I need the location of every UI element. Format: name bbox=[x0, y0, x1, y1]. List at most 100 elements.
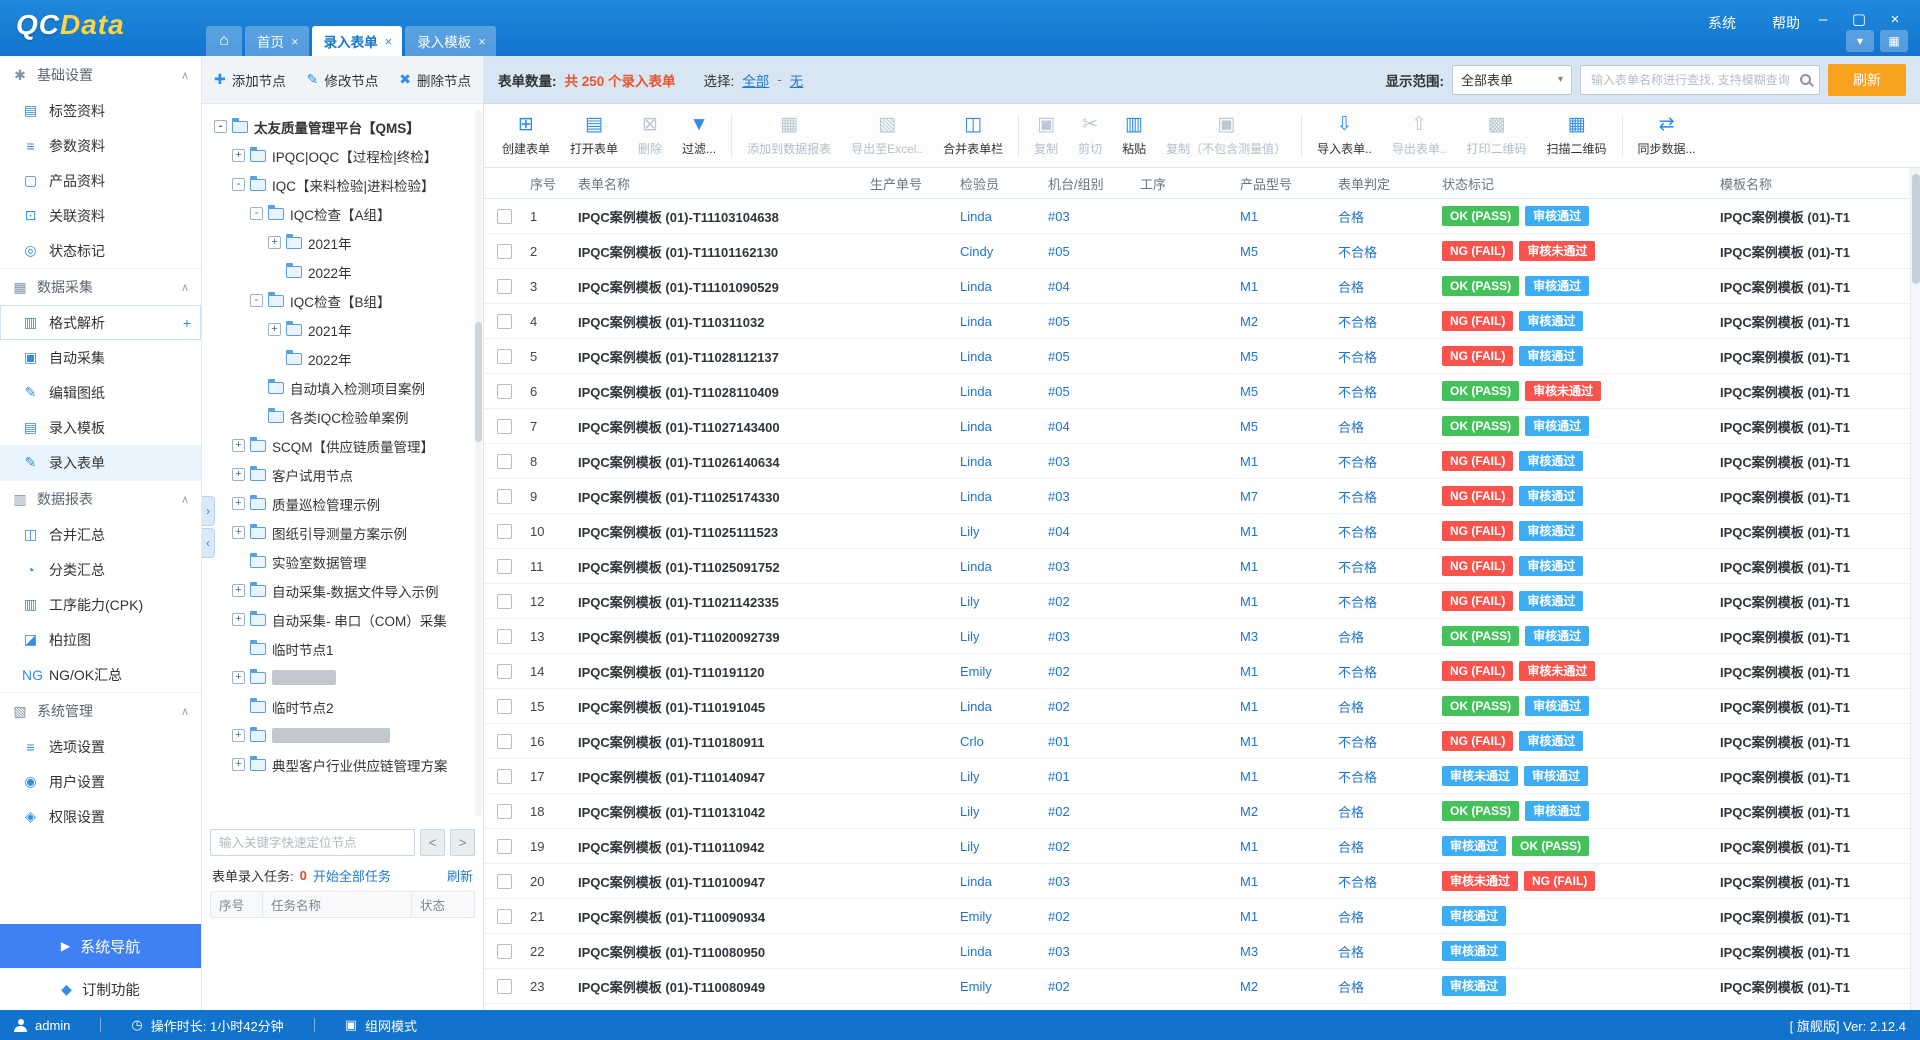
tree-node[interactable]: 临时节点1 bbox=[202, 634, 483, 663]
expand-node-icon[interactable]: + bbox=[232, 468, 245, 481]
sidebar-item-entry-form[interactable]: ✎录入表单 bbox=[0, 445, 201, 480]
row-checkbox[interactable] bbox=[497, 909, 512, 924]
expand-node-icon[interactable]: + bbox=[232, 149, 245, 162]
row-checkbox[interactable] bbox=[497, 244, 512, 259]
section-data-collection[interactable]: ▦数据采集∧ bbox=[0, 268, 201, 305]
tree-node[interactable]: +图纸引导测量方案示例 bbox=[202, 518, 483, 547]
expand-node-icon[interactable]: + bbox=[232, 526, 245, 539]
table-row[interactable]: 19IPQC案例模板 (01)-T110110942Lily#02M1合格审核通… bbox=[484, 829, 1920, 864]
collapse-panel-handle[interactable]: ‹ bbox=[202, 528, 215, 558]
column-header[interactable]: 序号 bbox=[524, 174, 572, 193]
table-row[interactable]: 2IPQC案例模板 (01)-T11101162130Cindy#05M5不合格… bbox=[484, 234, 1920, 269]
expand-node-icon[interactable]: + bbox=[268, 323, 281, 336]
maximize-button[interactable]: ▢ bbox=[1844, 7, 1874, 31]
edit-node-button[interactable]: ✎修改节点 bbox=[307, 70, 379, 90]
sidebar-item-pareto[interactable]: ◪柏拉图 bbox=[0, 622, 201, 657]
sidebar-item-permission-settings[interactable]: ◈权限设置 bbox=[0, 799, 201, 834]
scan-qr-button[interactable]: ▦扫描二维码 bbox=[1537, 104, 1617, 167]
expand-node-icon[interactable]: + bbox=[232, 497, 245, 510]
table-row[interactable]: 17IPQC案例模板 (01)-T110140947Lily#01M1不合格审核… bbox=[484, 759, 1920, 794]
table-row[interactable]: 22IPQC案例模板 (01)-T110080950Linda#03M3合格审核… bbox=[484, 934, 1920, 969]
sidebar-item-ng-ok-summary[interactable]: NGNG/OK汇总 bbox=[0, 657, 201, 692]
sidebar-item-entry-template[interactable]: ▤录入模板 bbox=[0, 410, 201, 445]
refresh-button[interactable]: 刷新 bbox=[1828, 64, 1906, 96]
tree-node[interactable]: +SCQM【供应链质量管理】 bbox=[202, 431, 483, 460]
table-row[interactable]: 14IPQC案例模板 (01)-T110191120Emily#02M1不合格N… bbox=[484, 654, 1920, 689]
tree-node[interactable]: +IPQC|OQC【过程检|终检】 bbox=[202, 141, 483, 170]
add-icon[interactable]: + bbox=[183, 315, 191, 331]
table-row[interactable]: 1IPQC案例模板 (01)-T11103104638Linda#03M1合格O… bbox=[484, 199, 1920, 234]
sidebar-item-parameter-info[interactable]: ≡参数资料 bbox=[0, 128, 201, 163]
task-refresh-link[interactable]: 刷新 bbox=[447, 866, 473, 885]
filter-button[interactable]: ▼过滤... bbox=[672, 104, 726, 167]
tree-scrollbar-thumb[interactable] bbox=[475, 322, 482, 442]
tree-node[interactable]: -IQC检查【B组】 bbox=[202, 286, 483, 315]
system-menu[interactable]: 系统 bbox=[1708, 13, 1736, 33]
table-row[interactable]: 11IPQC案例模板 (01)-T11025091752Linda#03M1不合… bbox=[484, 549, 1920, 584]
tree-node[interactable]: +客户试用节点 bbox=[202, 460, 483, 489]
column-header[interactable]: 工序 bbox=[1134, 174, 1234, 193]
tab-close-icon[interactable]: × bbox=[385, 34, 393, 49]
table-row[interactable]: 6IPQC案例模板 (01)-T11028110409Linda#05M5不合格… bbox=[484, 374, 1920, 409]
tab-close-icon[interactable]: × bbox=[478, 34, 486, 49]
sidebar-item-tag-info[interactable]: ▤标签资料 bbox=[0, 93, 201, 128]
table-row[interactable]: 15IPQC案例模板 (01)-T110191045Linda#02M1合格OK… bbox=[484, 689, 1920, 724]
tree-node[interactable]: -IQC【来料检验|进料检验】 bbox=[202, 170, 483, 199]
tab-template-entry[interactable]: 录入模板× bbox=[405, 26, 496, 56]
collapse-node-icon[interactable]: - bbox=[232, 178, 245, 191]
help-menu[interactable]: 帮助 bbox=[1772, 13, 1800, 33]
tree-node[interactable]: 2022年 bbox=[202, 344, 483, 373]
column-header[interactable]: 表单判定 bbox=[1332, 174, 1436, 193]
expand-node-icon[interactable]: + bbox=[232, 671, 245, 684]
table-scrollbar[interactable] bbox=[1910, 168, 1920, 1010]
row-checkbox[interactable] bbox=[497, 384, 512, 399]
collapse-node-icon[interactable]: - bbox=[250, 207, 263, 220]
scope-select[interactable]: 全部表单 ▾ bbox=[1452, 65, 1572, 95]
table-row[interactable]: 20IPQC案例模板 (01)-T110100947Linda#03M1不合格审… bbox=[484, 864, 1920, 899]
column-header[interactable]: 模板名称 bbox=[1714, 174, 1910, 193]
column-header[interactable]: 产品型号 bbox=[1234, 174, 1332, 193]
create-form-button[interactable]: ⊞创建表单 bbox=[492, 104, 560, 167]
tree-node[interactable]: + bbox=[202, 721, 483, 750]
home-tab[interactable]: ⌂ bbox=[206, 26, 242, 56]
sync-data-button[interactable]: ⇄同步数据... bbox=[1628, 104, 1706, 167]
sidebar-item-product-info[interactable]: ▢产品资料 bbox=[0, 163, 201, 198]
table-row[interactable]: 9IPQC案例模板 (01)-T11025174330Linda#03M7不合格… bbox=[484, 479, 1920, 514]
row-checkbox[interactable] bbox=[497, 629, 512, 644]
minimize-button[interactable]: – bbox=[1808, 7, 1838, 31]
tab-close-icon[interactable]: × bbox=[291, 34, 299, 49]
delete-node-button[interactable]: ✖删除节点 bbox=[399, 70, 471, 90]
import-form-button[interactable]: ⇩导入表单.. bbox=[1307, 104, 1382, 167]
tree-node[interactable]: 各类IQC检验单案例 bbox=[202, 402, 483, 431]
sidebar-item-category-summary[interactable]: ◔分类汇总 bbox=[0, 552, 201, 587]
tree-node[interactable]: 2022年 bbox=[202, 257, 483, 286]
table-row[interactable]: 3IPQC案例模板 (01)-T11101090529Linda#04M1合格O… bbox=[484, 269, 1920, 304]
table-row[interactable]: 7IPQC案例模板 (01)-T11027143400Linda#04M5合格O… bbox=[484, 409, 1920, 444]
expand-node-icon[interactable]: + bbox=[232, 758, 245, 771]
column-header[interactable]: 生产单号 bbox=[864, 174, 954, 193]
sidebar-item-option-settings[interactable]: ≡选项设置 bbox=[0, 729, 201, 764]
row-checkbox[interactable] bbox=[497, 594, 512, 609]
sidebar-item-user-settings[interactable]: ◉用户设置 bbox=[0, 764, 201, 799]
row-checkbox[interactable] bbox=[497, 664, 512, 679]
tree-node[interactable]: +2021年 bbox=[202, 228, 483, 257]
tree-node[interactable]: 自动填入检测项目案例 bbox=[202, 373, 483, 402]
sidebar-item-auto-collect[interactable]: ▣自动采集 bbox=[0, 340, 201, 375]
collapse-node-icon[interactable]: - bbox=[214, 120, 227, 133]
custom-function-button[interactable]: ◆ 订制功能 bbox=[0, 968, 201, 1010]
tree-scrollbar[interactable] bbox=[475, 110, 482, 816]
row-checkbox[interactable] bbox=[497, 874, 512, 889]
column-header[interactable]: 状态标记 bbox=[1436, 174, 1714, 193]
tree-node[interactable]: +质量巡检管理示例 bbox=[202, 489, 483, 518]
table-scrollbar-thumb[interactable] bbox=[1912, 174, 1920, 284]
node-search-input[interactable] bbox=[210, 829, 415, 856]
sidebar-item-edit-drawing[interactable]: ✎编辑图纸 bbox=[0, 375, 201, 410]
row-checkbox[interactable] bbox=[497, 349, 512, 364]
table-row[interactable]: 16IPQC案例模板 (01)-T110180911Crlo#01M1不合格NG… bbox=[484, 724, 1920, 759]
table-row[interactable]: 13IPQC案例模板 (01)-T11020092739Lily#03M3合格O… bbox=[484, 619, 1920, 654]
tree-node[interactable]: 临时节点2 bbox=[202, 692, 483, 721]
expand-node-icon[interactable]: + bbox=[268, 236, 281, 249]
row-checkbox[interactable] bbox=[497, 734, 512, 749]
row-checkbox[interactable] bbox=[497, 524, 512, 539]
row-checkbox[interactable] bbox=[497, 419, 512, 434]
